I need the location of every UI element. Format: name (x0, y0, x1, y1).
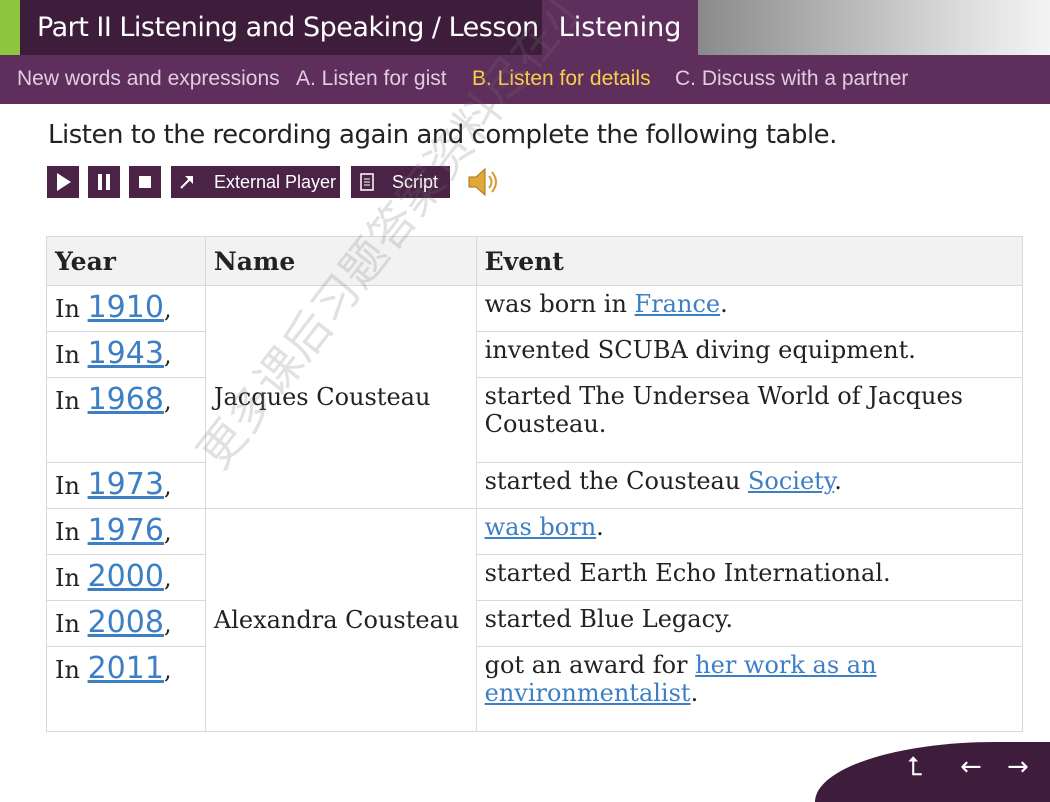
year-prefix: In (55, 610, 88, 638)
year-comma: , (163, 564, 172, 592)
nav-new-words[interactable]: New words and expressions (17, 67, 280, 91)
year-prefix: In (55, 564, 88, 592)
year-cell: In 1943, (46, 331, 206, 378)
event-cell: invented SCUBA diving equipment. (475, 331, 1024, 378)
table-row: In 1976, Alexandra Cousteau was born. (46, 508, 1024, 732)
event-cell: got an award for her work as an environm… (475, 646, 1024, 732)
play-button[interactable] (47, 166, 79, 198)
year-link[interactable]: 1968 (88, 382, 164, 417)
year-cell: In 2008, (46, 600, 206, 647)
year-prefix: In (55, 295, 88, 323)
event-punct: . (834, 467, 842, 495)
year-cell: In 1976, (46, 508, 206, 555)
event-punct: . (596, 513, 604, 541)
event-answer[interactable]: France (635, 290, 721, 318)
event-text: was born in (484, 290, 635, 318)
year-link[interactable]: 2011 (88, 651, 164, 686)
up-arrow-icon[interactable]: ⮤ (907, 752, 922, 783)
table-row: In 2011, got an award for her work as an… (46, 646, 1024, 732)
event-cell: started the Cousteau Society. (475, 462, 1024, 509)
header-gradient (698, 0, 1050, 55)
event-cell: started Earth Echo International. (475, 554, 1024, 601)
forward-arrow-icon[interactable]: → (1007, 752, 1029, 782)
stop-button[interactable] (129, 166, 161, 198)
year-link[interactable]: 1910 (88, 290, 164, 325)
timeline-table: Year Name Event In 1910, Jacques Coustea… (46, 236, 1024, 732)
year-cell: In 1910, (46, 285, 206, 332)
event-cell: was born. (475, 508, 1024, 555)
event-answer[interactable]: was born (485, 513, 597, 541)
play-icon (57, 173, 71, 191)
accent-stripe (0, 0, 20, 55)
year-link[interactable]: 1973 (88, 467, 164, 502)
year-prefix: In (55, 472, 88, 500)
table-header-row: Year Name Event (46, 236, 1024, 286)
event-cell: started The Undersea World of Jacques Co… (475, 377, 1024, 463)
event-punct: . (720, 290, 728, 318)
event-text: got an award for (484, 651, 696, 679)
year-comma: , (163, 656, 172, 684)
year-comma: , (163, 295, 172, 323)
year-link[interactable]: 1943 (88, 336, 164, 371)
event-text: started Earth Echo International. (484, 559, 891, 587)
year-prefix: In (55, 656, 88, 684)
year-link[interactable]: 2000 (88, 559, 164, 594)
year-comma: , (163, 341, 172, 369)
external-player-button[interactable]: External Player (171, 166, 340, 198)
event-punct: . (690, 679, 699, 707)
stop-icon (139, 176, 151, 188)
year-cell: In 1973, (46, 462, 206, 509)
back-arrow-icon[interactable]: ← (960, 752, 982, 782)
table-row: In 1973, started the Cousteau Society. (46, 462, 1024, 509)
table-row: In 1943, invented SCUBA diving equipment… (46, 331, 1024, 378)
year-prefix: In (55, 341, 88, 369)
event-answer[interactable]: Society (748, 467, 834, 495)
year-prefix: In (55, 518, 88, 546)
nav-listen-gist[interactable]: A. Listen for gist (296, 67, 447, 91)
event-cell: started Blue Legacy. (475, 600, 1024, 647)
event-text: invented SCUBA diving equipment. (484, 336, 916, 364)
year-comma: , (163, 472, 172, 500)
header-event: Event (475, 236, 1024, 286)
pause-button[interactable] (88, 166, 120, 198)
table-row: In 1910, Jacques Cousteau was born in Fr… (46, 285, 1024, 509)
header-year: Year (46, 236, 206, 286)
event-cell: was born in France. (475, 285, 1024, 332)
year-cell: In 2000, (46, 554, 206, 601)
year-link[interactable]: 2008 (88, 605, 164, 640)
year-comma: , (163, 387, 172, 415)
table-row: In 2008, started Blue Legacy. (46, 600, 1024, 647)
year-prefix: In (55, 387, 88, 415)
bottom-nav: ⮤ ← → (815, 742, 1050, 802)
year-comma: , (163, 610, 172, 638)
year-comma: , (163, 518, 172, 546)
year-cell: In 1968, (46, 377, 206, 463)
nav-discuss-partner[interactable]: C. Discuss with a partner (675, 67, 908, 91)
table-row: In 2000, started Earth Echo Internationa… (46, 554, 1024, 601)
pause-icon (98, 174, 110, 190)
name-cell: Alexandra Cousteau (204, 508, 477, 732)
external-player-label: External Player (214, 172, 337, 192)
page-title: Part II Listening and Speaking / Lesson … (37, 12, 565, 43)
year-link[interactable]: 1976 (88, 513, 164, 548)
event-text: started The Undersea World of Jacques Co… (484, 382, 963, 438)
year-cell: In 2011, (46, 646, 206, 732)
event-text: started the Cousteau (484, 467, 748, 495)
external-arrow-icon (180, 176, 193, 189)
event-text: started Blue Legacy. (484, 605, 734, 633)
